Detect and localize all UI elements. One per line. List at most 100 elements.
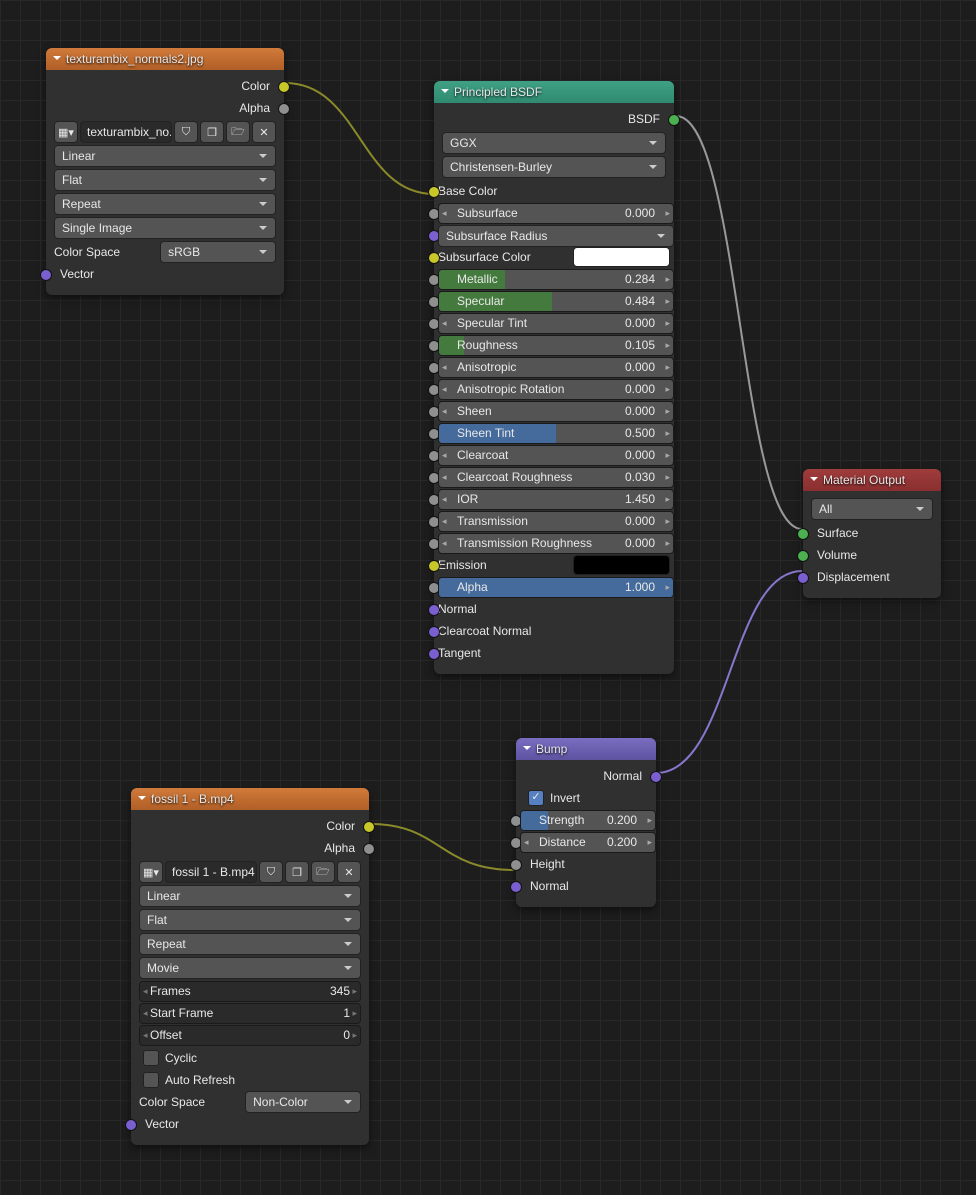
unlink-icon[interactable]: ✕ (252, 121, 276, 143)
socket-control[interactable]: Sheen0.000 (438, 401, 674, 422)
input-socket-volume[interactable]: Volume (803, 544, 941, 566)
bump-node[interactable]: Bump Normal ✓Invert Strength0.200 Distan… (516, 738, 656, 907)
node-header[interactable]: Bump (516, 738, 656, 760)
image-filename[interactable]: texturambix_no.. (80, 121, 172, 143)
distribution-select[interactable]: GGX (442, 132, 666, 154)
socket-control[interactable]: Emission (434, 554, 674, 576)
socket-control[interactable]: Normal (434, 598, 481, 620)
distance-slider[interactable]: Distance0.200 (520, 832, 656, 853)
input-socket-sheen[interactable]: Sheen0.000 (434, 400, 674, 422)
principled-bsdf-node[interactable]: Principled BSDF BSDF GGX Christensen-Bur… (434, 81, 674, 674)
input-socket-roughness[interactable]: Roughness0.105 (434, 334, 674, 356)
output-socket-alpha[interactable]: Alpha (131, 837, 369, 859)
input-socket-anisotropic[interactable]: Anisotropic0.000 (434, 356, 674, 378)
image-icon[interactable]: ▦▾ (139, 861, 163, 883)
output-socket-bsdf[interactable]: BSDF (434, 108, 674, 130)
invert-checkbox[interactable]: ✓Invert (524, 787, 648, 809)
socket-control[interactable]: Clearcoat0.000 (438, 445, 674, 466)
socket-control[interactable]: Clearcoat Normal (434, 620, 535, 642)
socket-control[interactable]: Sheen Tint0.500 (438, 423, 674, 444)
node-header[interactable]: texturambix_normals2.jpg (46, 48, 284, 70)
open-file-icon[interactable]: 🗁 (226, 121, 250, 143)
socket-control[interactable]: Roughness0.105 (438, 335, 674, 356)
fake-user-icon[interactable]: ⛉ (259, 861, 283, 883)
node-header[interactable]: fossil 1 - B.mp4 (131, 788, 369, 810)
socket-control[interactable]: Metallic0.284 (438, 269, 674, 290)
socket-control[interactable]: Subsurface0.000 (438, 203, 674, 224)
input-socket-ior[interactable]: IOR1.450 (434, 488, 674, 510)
input-socket-base-color[interactable]: Base Color (434, 180, 674, 202)
node-header[interactable]: Material Output (803, 469, 941, 491)
projection-select[interactable]: Flat (139, 909, 361, 931)
socket-control[interactable]: Transmission0.000 (438, 511, 674, 532)
node-header[interactable]: Principled BSDF (434, 81, 674, 103)
output-socket-normal[interactable]: Normal (516, 765, 656, 787)
socket-control[interactable]: Alpha1.000 (438, 577, 674, 598)
output-socket-color[interactable]: Color (46, 75, 284, 97)
output-socket-alpha[interactable]: Alpha (46, 97, 284, 119)
socket-control[interactable]: Subsurface Color (434, 246, 674, 268)
image-icon[interactable]: ▦▾ (54, 121, 78, 143)
input-socket-displacement[interactable]: Displacement (803, 566, 941, 588)
socket-control[interactable]: Clearcoat Roughness0.030 (438, 467, 674, 488)
source-select[interactable]: Movie (139, 957, 361, 979)
start-frame-field[interactable]: Start Frame1 (139, 1003, 361, 1024)
input-socket-surface[interactable]: Surface (803, 522, 941, 544)
color-space-select[interactable]: sRGB (160, 241, 276, 263)
open-file-icon[interactable]: 🗁 (311, 861, 335, 883)
projection-select[interactable]: Flat (54, 169, 276, 191)
input-socket-subsurface-color[interactable]: Subsurface Color (434, 246, 674, 268)
input-socket-sheen-tint[interactable]: Sheen Tint0.500 (434, 422, 674, 444)
frames-field[interactable]: Frames345 (139, 981, 361, 1002)
socket-control[interactable]: Anisotropic Rotation0.000 (438, 379, 674, 400)
input-socket-metallic[interactable]: Metallic0.284 (434, 268, 674, 290)
input-socket-clearcoat-roughness[interactable]: Clearcoat Roughness0.030 (434, 466, 674, 488)
image-texture-node-1[interactable]: texturambix_normals2.jpg Color Alpha ▦▾ … (46, 48, 284, 295)
input-socket-subsurface[interactable]: Subsurface0.000 (434, 202, 674, 224)
image-selector[interactable]: ▦▾ fossil 1 - B.mp4 ⛉ ❐ 🗁 ✕ (139, 861, 361, 883)
interpolation-select[interactable]: Linear (139, 885, 361, 907)
input-socket-height[interactable]: Height (516, 853, 656, 875)
socket-control[interactable]: Transmission Roughness0.000 (438, 533, 674, 554)
color-space-select[interactable]: Non-Color (245, 1091, 361, 1113)
input-socket-anisotropic-rotation[interactable]: Anisotropic Rotation0.000 (434, 378, 674, 400)
input-socket-specular[interactable]: Specular0.484 (434, 290, 674, 312)
input-socket-vector[interactable]: Vector (131, 1113, 369, 1135)
target-select[interactable]: All (811, 498, 933, 520)
subsurface-method-select[interactable]: Christensen-Burley (442, 156, 666, 178)
input-socket-clearcoat-normal[interactable]: Clearcoat Normal (434, 620, 674, 642)
image-selector[interactable]: ▦▾ texturambix_no.. ⛉ ❐ 🗁 ✕ (54, 121, 276, 143)
input-socket-transmission[interactable]: Transmission0.000 (434, 510, 674, 532)
duplicate-icon[interactable]: ❐ (285, 861, 309, 883)
offset-field[interactable]: Offset0 (139, 1025, 361, 1046)
auto-refresh-checkbox[interactable]: Auto Refresh (139, 1069, 361, 1091)
input-socket-normal[interactable]: Normal (434, 598, 674, 620)
image-texture-node-2[interactable]: fossil 1 - B.mp4 Color Alpha ▦▾ fossil 1… (131, 788, 369, 1145)
input-socket-emission[interactable]: Emission (434, 554, 674, 576)
socket-control[interactable]: Specular Tint0.000 (438, 313, 674, 334)
input-socket-normal[interactable]: Normal (516, 875, 656, 897)
duplicate-icon[interactable]: ❐ (200, 121, 224, 143)
interpolation-select[interactable]: Linear (54, 145, 276, 167)
extension-select[interactable]: Repeat (54, 193, 276, 215)
socket-control[interactable]: IOR1.450 (438, 489, 674, 510)
socket-control[interactable]: Tangent (434, 642, 485, 664)
input-socket-vector[interactable]: Vector (46, 263, 284, 285)
strength-slider[interactable]: Strength0.200 (520, 810, 656, 831)
socket-control[interactable]: Subsurface Radius (438, 225, 674, 247)
input-socket-specular-tint[interactable]: Specular Tint0.000 (434, 312, 674, 334)
socket-control[interactable]: Specular0.484 (438, 291, 674, 312)
unlink-icon[interactable]: ✕ (337, 861, 361, 883)
input-socket-subsurface-radius[interactable]: Subsurface Radius (434, 224, 674, 246)
input-socket-transmission-roughness[interactable]: Transmission Roughness0.000 (434, 532, 674, 554)
socket-control[interactable]: Anisotropic0.000 (438, 357, 674, 378)
fake-user-icon[interactable]: ⛉ (174, 121, 198, 143)
material-output-node[interactable]: Material Output All Surface Volume Displ… (803, 469, 941, 598)
socket-control[interactable]: Base Color (434, 180, 501, 202)
output-socket-color[interactable]: Color (131, 815, 369, 837)
input-socket-alpha[interactable]: Alpha1.000 (434, 576, 674, 598)
extension-select[interactable]: Repeat (139, 933, 361, 955)
cyclic-checkbox[interactable]: Cyclic (139, 1047, 361, 1069)
source-select[interactable]: Single Image (54, 217, 276, 239)
input-socket-tangent[interactable]: Tangent (434, 642, 674, 664)
